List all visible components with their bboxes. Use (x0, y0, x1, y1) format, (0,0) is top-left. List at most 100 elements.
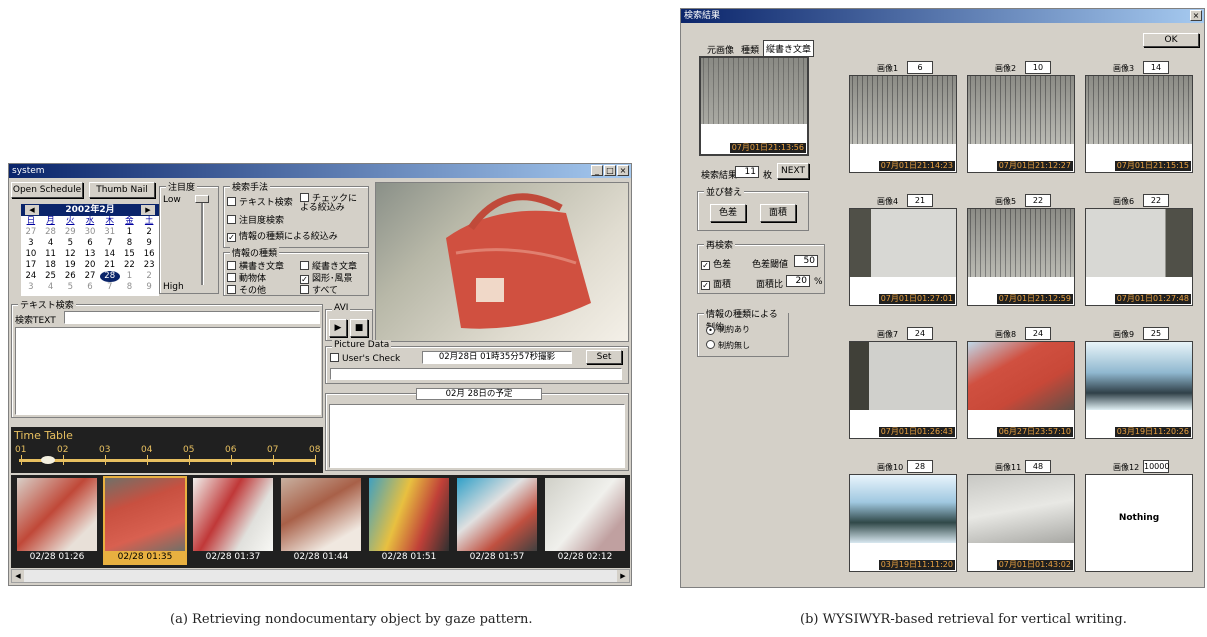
result-item[interactable]: 画像4 21 07月01日01:27:01 (849, 194, 957, 306)
calendar-day[interactable]: 5 (60, 282, 80, 293)
calendar-day[interactable]: 23 (139, 260, 159, 271)
calendar-day[interactable]: 17 (21, 260, 41, 271)
calendar-day[interactable]: 7 (100, 238, 120, 249)
attention-slider-thumb[interactable] (195, 195, 209, 203)
calendar-day[interactable]: 20 (80, 260, 100, 271)
calendar-day[interactable]: 10 (21, 249, 41, 260)
thumbnail[interactable]: 02/28 01:35 (103, 476, 187, 565)
result-item[interactable]: 画像12 10000 Nothing (1085, 460, 1193, 572)
sort-area-button[interactable]: 面積 (760, 204, 796, 222)
calendar-day[interactable]: 27 (21, 227, 41, 238)
stop-icon[interactable]: ■ (350, 319, 368, 337)
horizontal-scrollbar[interactable]: ◀ ▶ (11, 569, 630, 583)
maximize-icon[interactable]: □ (604, 165, 616, 176)
calendar-day[interactable]: 30 (80, 227, 100, 238)
close-icon[interactable]: × (1190, 10, 1202, 21)
calendar-day[interactable]: 15 (120, 249, 140, 260)
calendar-day[interactable]: 5 (60, 238, 80, 249)
set-button[interactable]: Set (586, 350, 622, 364)
search-results-textarea[interactable] (15, 327, 321, 415)
scroll-left-icon[interactable]: ◀ (12, 570, 24, 582)
calendar-day[interactable]: 6 (80, 282, 100, 293)
users-check-checkbox[interactable]: User's Check (330, 353, 400, 364)
picture-note-input[interactable] (330, 368, 622, 380)
color-threshold-input[interactable]: 50 (794, 255, 818, 267)
calendar-day[interactable]: 25 (41, 271, 61, 282)
calendar-day[interactable]: 1 (120, 227, 140, 238)
check-filter-checkbox[interactable]: チェックに よる絞込み (300, 193, 368, 213)
result-item[interactable]: 画像6 22 07月01日01:27:48 (1085, 194, 1193, 306)
time-table-slider-icon[interactable] (41, 456, 55, 464)
type-tab[interactable]: 種類 (741, 43, 759, 56)
result-item[interactable]: 画像11 48 07月01日01:43:02 (967, 460, 1075, 572)
calendar-day[interactable]: 12 (60, 249, 80, 260)
calendar-day[interactable]: 6 (80, 238, 100, 249)
constraint-with-radio[interactable]: • 制約あり (706, 324, 750, 335)
play-icon[interactable]: ▶ (329, 319, 347, 337)
constraint-without-radio[interactable]: 制約無し (706, 340, 750, 351)
result-item[interactable]: 画像7 24 07月01日01:26:43 (849, 327, 957, 439)
ok-button[interactable]: OK (1143, 33, 1199, 47)
calendar-day[interactable]: 8 (120, 238, 140, 249)
calendar-day[interactable]: 28 (99, 271, 120, 282)
calendar-day[interactable]: 18 (41, 260, 61, 271)
calendar-day[interactable]: 13 (80, 249, 100, 260)
all-checkbox[interactable]: すべて (300, 283, 338, 296)
calendar-day[interactable]: 2 (139, 227, 159, 238)
sort-color-button[interactable]: 色差 (710, 204, 746, 222)
attention-slider-track[interactable] (201, 197, 204, 285)
calendar-day[interactable]: 24 (21, 271, 41, 282)
open-schedule-button[interactable]: Open Schedule (11, 182, 83, 198)
result-item[interactable]: 画像2 10 07月01日21:12:27 (967, 61, 1075, 173)
calendar-day[interactable]: 2 (139, 271, 159, 282)
original-image-tab[interactable]: 元画像 (707, 43, 734, 56)
result-item[interactable]: 画像1 6 07月01日21:14:23 (849, 61, 957, 173)
next-month-icon[interactable]: ▶ (141, 205, 155, 215)
thumb-nail-button[interactable]: Thumb Nail (89, 182, 155, 198)
calendar-day[interactable]: 27 (80, 271, 100, 282)
research-area-checkbox[interactable]: ✓ 面積 (701, 277, 731, 290)
info-type-filter-checkbox[interactable]: ✓ 情報の種類による絞込み (227, 229, 338, 242)
calendar-day[interactable]: 14 (100, 249, 120, 260)
schedule-textarea[interactable] (329, 404, 625, 468)
thumbnail[interactable]: 02/28 01:51 (369, 478, 449, 563)
search-text-input[interactable] (64, 311, 320, 324)
result-item[interactable]: 画像5 22 07月01日21:12:59 (967, 194, 1075, 306)
scroll-right-icon[interactable]: ▶ (617, 570, 629, 582)
calendar-day[interactable]: 31 (100, 227, 120, 238)
calendar-day[interactable]: 28 (41, 227, 61, 238)
area-ratio-input[interactable]: 20 (786, 275, 810, 287)
text-search-checkbox[interactable]: テキスト検索 (227, 195, 293, 208)
thumbnail[interactable]: 02/28 01:44 (281, 478, 361, 563)
next-button[interactable]: NEXT (777, 163, 809, 179)
result-item[interactable]: 画像9 25 03月19日11:20:26 (1085, 327, 1193, 439)
thumbnail[interactable]: 02/28 01:57 (457, 478, 537, 563)
calendar-day[interactable]: 3 (21, 282, 41, 293)
calendar-day[interactable]: 3 (21, 238, 41, 249)
calendar-day[interactable]: 19 (60, 260, 80, 271)
calendar-day[interactable]: 4 (41, 282, 61, 293)
other-checkbox[interactable]: その他 (227, 283, 266, 296)
minimize-icon[interactable]: _ (591, 165, 603, 176)
calendar-day[interactable]: 1 (120, 271, 140, 282)
thumbnail[interactable]: 02/28 02:12 (545, 478, 625, 563)
calendar-day[interactable]: 8 (120, 282, 140, 293)
calendar-day[interactable]: 9 (139, 282, 159, 293)
prev-month-icon[interactable]: ◀ (25, 205, 39, 215)
calendar-day[interactable]: 26 (60, 271, 80, 282)
calendar-day[interactable]: 7 (100, 282, 120, 293)
result-item[interactable]: 画像3 14 07月01日21:15:15 (1085, 61, 1193, 173)
calendar-day[interactable]: 21 (100, 260, 120, 271)
calendar-day[interactable]: 9 (139, 238, 159, 249)
calendar-day[interactable]: 22 (120, 260, 140, 271)
research-color-checkbox[interactable]: ✓ 色差 (701, 257, 731, 270)
calendar-day[interactable]: 4 (41, 238, 61, 249)
calendar-day[interactable]: 29 (60, 227, 80, 238)
thumbnail[interactable]: 02/28 01:26 (17, 478, 97, 563)
result-item[interactable]: 画像10 28 03月19日11:11:20 (849, 460, 957, 572)
calendar-day[interactable]: 16 (139, 249, 159, 260)
calendar-day[interactable]: 11 (41, 249, 61, 260)
thumbnail[interactable]: 02/28 01:37 (193, 478, 273, 563)
result-item[interactable]: 画像8 24 06月27日23:57:10 (967, 327, 1075, 439)
attention-search-checkbox[interactable]: 注目度検索 (227, 213, 284, 226)
